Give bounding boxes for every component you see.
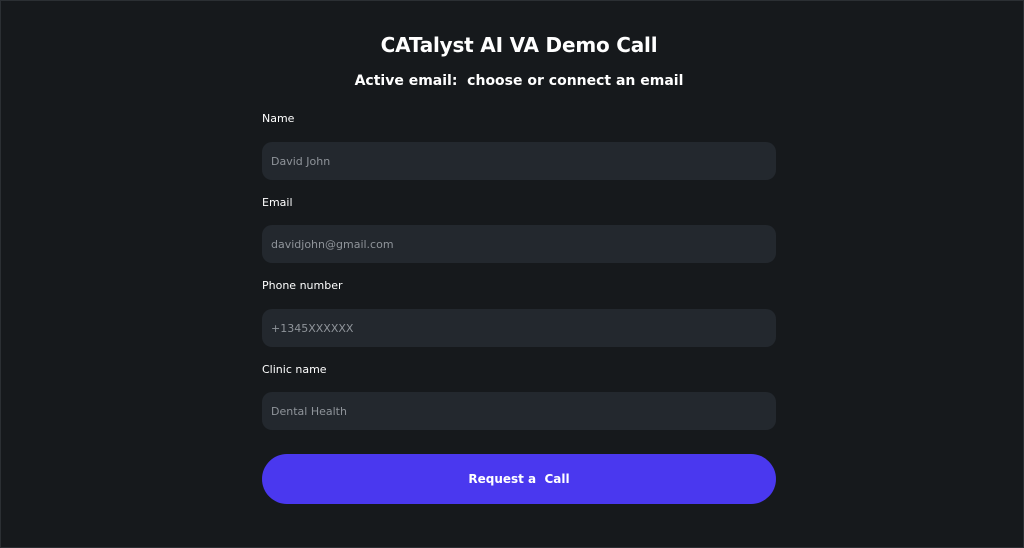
page-title: CATalyst AI VA Demo Call	[380, 33, 658, 57]
phone-input[interactable]	[262, 309, 776, 347]
request-call-button[interactable]: Request a Call	[262, 454, 776, 504]
email-input[interactable]	[262, 225, 776, 263]
name-input[interactable]	[262, 142, 776, 180]
name-label: Name	[262, 112, 295, 125]
clinic-input[interactable]	[262, 392, 776, 430]
app-window: CATalyst AI VA Demo Call Active email: c…	[0, 0, 1024, 548]
clinic-label: Clinic name	[262, 363, 327, 376]
phone-label: Phone number	[262, 279, 343, 292]
email-label: Email	[262, 196, 293, 209]
active-email-status: Active email: choose or connect an email	[354, 73, 684, 89]
